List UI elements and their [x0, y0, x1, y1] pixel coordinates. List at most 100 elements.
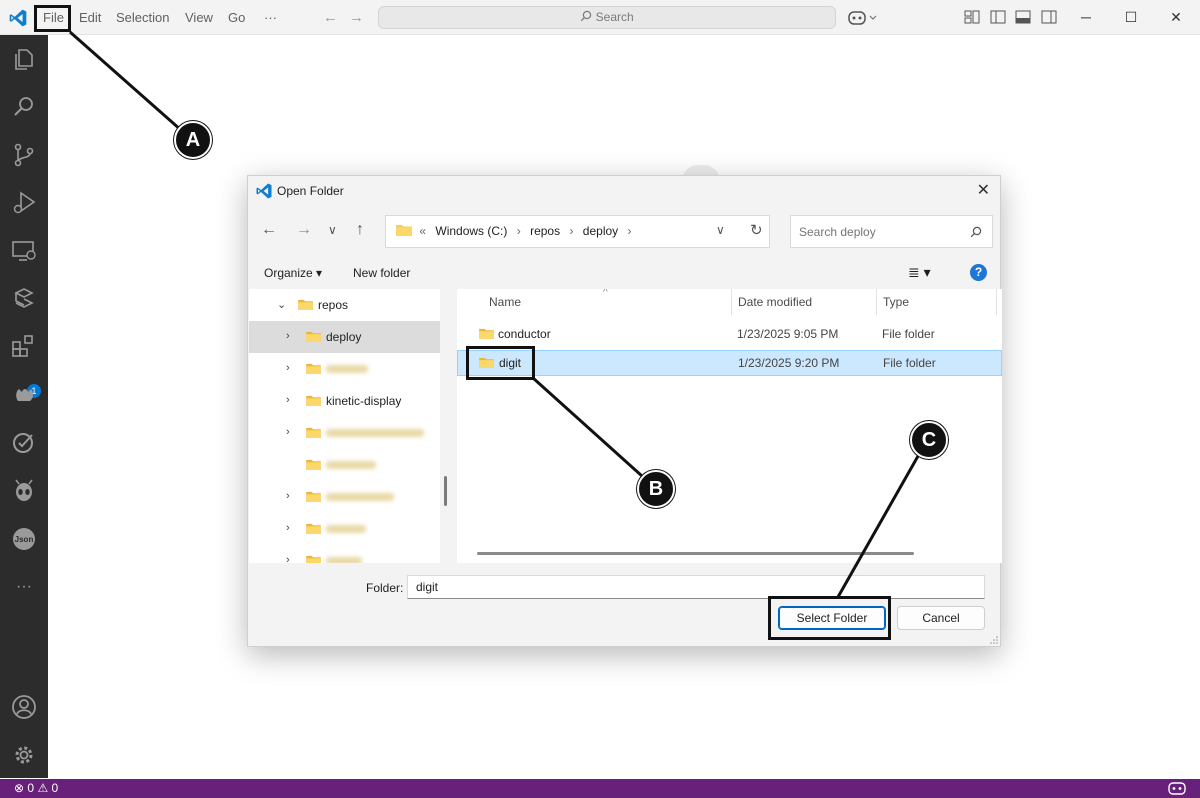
tree-item-repos[interactable]: ⌄ repos [249, 289, 440, 321]
warning-icon: ⚠ [37, 781, 49, 795]
chevron-right-icon: › [569, 224, 574, 238]
toggle-primary-sidebar-icon[interactable] [990, 10, 1006, 24]
title-bar: File Edit Selection View Go ··· ← → Sear… [0, 0, 1200, 35]
navigation-tree: ⌄ repos › deploy › › kinetic-display › ›… [249, 289, 440, 563]
chevron-right-icon[interactable]: › [286, 362, 290, 374]
chevron-right-icon[interactable]: › [286, 394, 290, 406]
chevron-right-icon[interactable]: › [286, 330, 290, 342]
tree-item-label: kinetic-display [326, 394, 402, 408]
maximize-icon[interactable]: ☐ [1109, 0, 1153, 35]
tree-item-label: repos [318, 298, 349, 312]
menu-more[interactable]: ··· [264, 0, 277, 35]
column-divider[interactable] [731, 289, 732, 315]
toggle-secondary-sidebar-icon[interactable] [1041, 10, 1057, 24]
toggle-panel-icon[interactable] [1015, 10, 1031, 24]
copilot-chat-icon[interactable] [10, 381, 38, 409]
back-arrow-icon[interactable]: ← [323, 9, 338, 26]
chevron-right-icon[interactable]: › [286, 554, 290, 563]
problems-indicator[interactable]: ⊗ 0 ⚠ 0 [14, 781, 58, 795]
column-header-type[interactable]: Type [883, 295, 909, 309]
folder-icon [306, 395, 321, 406]
command-center-search[interactable]: Search [378, 6, 836, 29]
file-list-scrollbar[interactable] [477, 552, 914, 555]
cancel-button[interactable]: Cancel [897, 606, 985, 630]
breadcrumb-windows-c[interactable]: Windows (C:) [435, 224, 507, 238]
tree-item-redacted[interactable]: › [249, 513, 440, 545]
forward-arrow-icon[interactable]: → [296, 221, 312, 239]
alien-icon[interactable] [10, 477, 38, 505]
explorer-icon[interactable] [10, 45, 38, 73]
search-icon [970, 226, 982, 238]
resize-grip-icon[interactable] [990, 636, 998, 644]
folder-icon [306, 331, 321, 342]
column-header-date-modified[interactable]: Date modified [738, 295, 812, 309]
customize-layout-icon[interactable] [964, 10, 980, 24]
callout-a: A [174, 121, 212, 159]
dialog-navigation-bar: ← → ∨ ↑ « Windows (C:) › repos › deploy … [248, 213, 1000, 249]
menu-view[interactable]: View [185, 0, 213, 35]
dialog-toolbar: Organize ▾ New folder ≣ ▾ ? [248, 259, 1000, 289]
remote-explorer-icon[interactable] [10, 237, 38, 265]
address-bar[interactable]: « Windows (C:) › repos › deploy › ∨ ↻ [385, 215, 770, 248]
folder-icon [298, 299, 313, 310]
file-row-conductor[interactable]: conductor 1/23/2025 9:05 PM File folder [457, 321, 1002, 347]
json-icon[interactable]: Json [10, 525, 38, 553]
help-icon[interactable]: ? [970, 264, 987, 281]
close-window-icon[interactable]: ✕ [1154, 0, 1198, 35]
breadcrumb-repos[interactable]: repos [530, 224, 560, 238]
menu-go[interactable]: Go [228, 0, 245, 35]
tree-item-deploy[interactable]: › deploy [249, 321, 440, 353]
copilot-icon[interactable] [848, 9, 880, 27]
folder-icon [306, 363, 321, 374]
chevron-right-icon[interactable]: › [286, 490, 290, 502]
file-date: 1/23/2025 9:05 PM [737, 327, 839, 341]
checklist-icon[interactable] [10, 429, 38, 457]
refresh-icon[interactable]: ↻ [750, 221, 763, 239]
organize-menu[interactable]: Organize ▾ [264, 266, 322, 280]
folder-search-input[interactable]: Search deploy [790, 215, 993, 248]
tree-scrollbar[interactable] [444, 476, 447, 506]
address-overflow[interactable]: « [419, 224, 426, 238]
tree-item-redacted[interactable] [249, 449, 440, 481]
up-arrow-icon[interactable]: ↑ [356, 221, 364, 239]
minimize-icon[interactable]: ─ [1064, 0, 1108, 35]
view-options-icon[interactable]: ≣ ▾ [908, 264, 931, 281]
folder-icon [306, 427, 321, 438]
menu-edit[interactable]: Edit [79, 0, 101, 35]
tree-item-redacted[interactable]: › [249, 481, 440, 513]
extensions-icon[interactable] [10, 333, 38, 361]
column-divider[interactable] [996, 289, 997, 315]
chevron-right-icon[interactable]: › [286, 426, 290, 438]
tree-item-redacted[interactable]: › [249, 353, 440, 385]
address-dropdown-chevron-icon[interactable]: ∨ [716, 223, 725, 237]
testing-icon[interactable] [10, 285, 38, 313]
tree-item-kinetic-display[interactable]: › kinetic-display [249, 385, 440, 417]
column-divider[interactable] [876, 289, 877, 315]
dialog-title-bar: Open Folder ✕ [248, 176, 1000, 206]
column-header-name[interactable]: Name [489, 295, 521, 309]
chevron-down-icon[interactable]: ⌄ [277, 298, 286, 311]
dialog-close-icon[interactable]: ✕ [977, 180, 990, 200]
search-icon[interactable] [10, 93, 38, 121]
run-debug-icon[interactable] [10, 189, 38, 217]
tree-item-redacted[interactable]: › [249, 545, 440, 563]
back-arrow-icon[interactable]: ← [261, 221, 277, 239]
breadcrumb-deploy[interactable]: deploy [583, 224, 618, 238]
source-control-icon[interactable] [10, 141, 38, 169]
tree-item-redacted[interactable]: › [249, 417, 440, 449]
forward-arrow-icon[interactable]: → [349, 9, 364, 26]
copilot-status-icon[interactable] [1168, 782, 1186, 795]
folder-name-input[interactable]: digit [407, 575, 985, 599]
file-row-digit[interactable]: digit 1/23/2025 9:20 PM File folder [457, 350, 1002, 376]
file-date: 1/23/2025 9:20 PM [738, 356, 840, 370]
error-count: 0 [27, 781, 35, 795]
menu-selection[interactable]: Selection [116, 0, 169, 35]
recent-locations-chevron-icon[interactable]: ∨ [328, 223, 337, 237]
chevron-right-icon[interactable]: › [286, 522, 290, 534]
redacted-label [326, 365, 368, 373]
file-type: File folder [883, 356, 936, 370]
new-folder-button[interactable]: New folder [353, 266, 410, 280]
more-icon[interactable]: ··· [10, 573, 38, 601]
account-icon[interactable] [10, 693, 38, 721]
settings-icon[interactable] [10, 741, 38, 769]
